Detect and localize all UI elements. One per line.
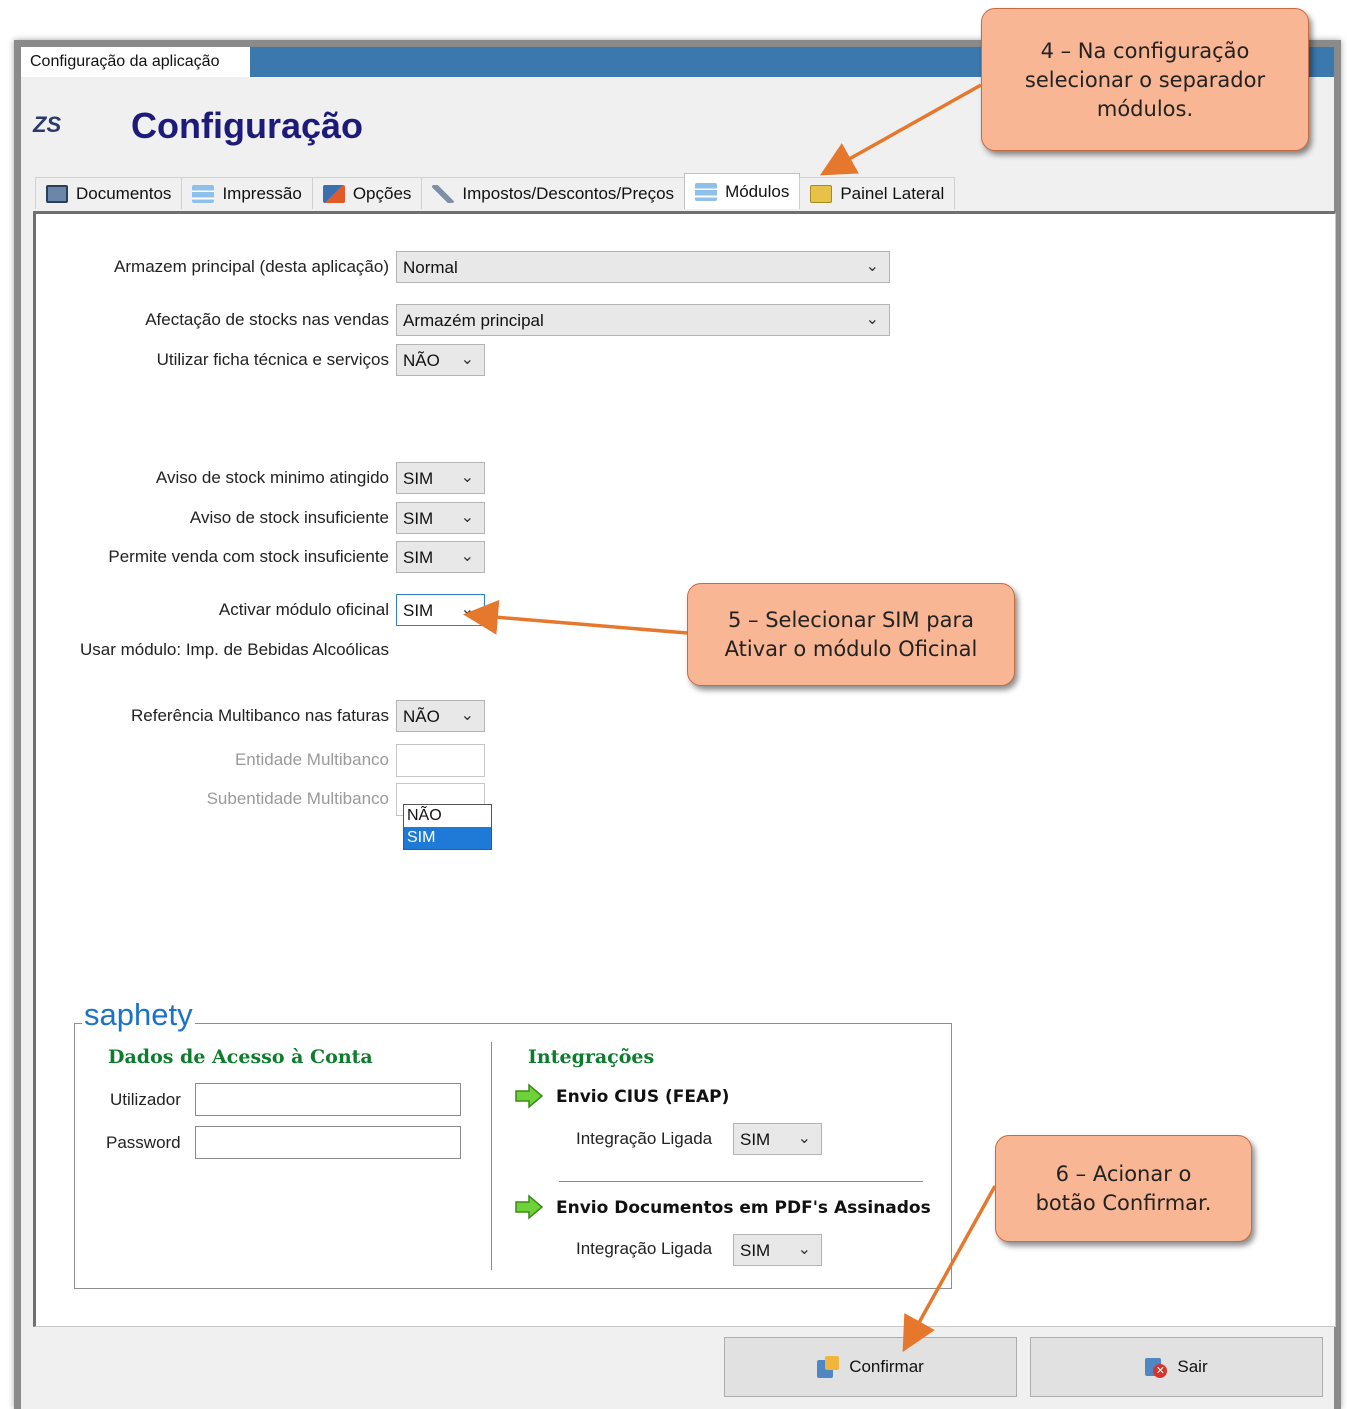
pdf-integration-label: Integração Ligada [576,1239,713,1258]
cius-integration-value: SIM [740,1130,771,1149]
armazem-label: Armazem principal (desta aplicação) [114,257,389,276]
callout-step-5: 5 – Selecionar SIM para Ativar o módulo … [687,583,1015,686]
exit-button[interactable]: ✕ Sair [1030,1337,1323,1397]
print-list-icon [192,184,215,203]
callout-line: 5 – Selecionar SIM para [728,608,974,632]
pdf-integration-value: SIM [740,1241,771,1260]
option-nao[interactable]: NÃO [404,805,491,827]
ficha-select[interactable]: NÃO ⌄ [396,344,485,376]
callout-line: selecionar o separador [1024,68,1266,92]
chevron-down-icon: ⌄ [797,1130,811,1147]
confirm-label: Confirmar [849,1357,924,1376]
tab-label: Módulos [725,181,790,201]
armazem-value: Normal [403,258,458,277]
multibanco-value: NÃO [403,707,440,726]
saphety-logo: saphety [82,997,195,1033]
documents-icon [46,184,68,203]
option-sim[interactable]: SIM [404,827,491,849]
subentidade-label: Subentidade Multibanco [206,789,389,808]
tab-label: Documentos [76,183,172,203]
password-input[interactable] [195,1126,461,1159]
confirm-icon [817,1356,840,1378]
options-icon [322,184,345,203]
divider [491,1042,492,1270]
venda-insuf-label: Permite venda com stock insuficiente [108,547,389,566]
entidade-label: Entidade Multibanco [234,750,389,769]
entidade-input[interactable] [396,744,485,777]
afectacao-label: Afectação de stocks nas vendas [145,310,389,329]
tab-label: Impostos/Descontos/Preços [462,183,675,203]
green-arrow-icon [515,1083,544,1109]
oficinal-label: Activar módulo oficinal [218,600,389,619]
exit-label: Sair [1177,1357,1208,1376]
pdf-title: Envio Documentos em PDF's Assinados [556,1198,931,1218]
aviso-insuf-value: SIM [403,509,434,528]
tab-label: Opções [352,183,412,203]
password-label: Password [106,1133,181,1152]
exit-icon: ✕ [1145,1356,1168,1378]
integrations-section-title: Integrações [528,1046,655,1068]
afectacao-select[interactable]: Armazém principal ⌄ [396,304,890,336]
oficinal-dropdown-list: NÃO SIM [403,804,492,850]
tab-strip: Documentos Impressão Opções Impostos/Des… [35,173,956,209]
side-panel-icon [810,184,833,203]
aviso-min-label: Aviso de stock minimo atingido [155,468,389,487]
chevron-down-icon: ⌄ [460,707,474,724]
access-section-title: Dados de Acesso à Conta [108,1046,373,1068]
bebidas-label: Usar módulo: Imp. de Bebidas Alcoólicas [80,640,389,659]
callout-line: 4 – Na configuração [1040,39,1250,63]
callout-step-4: 4 – Na configuração selecionar o separad… [981,8,1309,151]
cius-integration-label: Integração Ligada [576,1129,713,1148]
callout-step-6: 6 – Acionar o botão Confirmar. [995,1135,1252,1242]
tab-impostos[interactable]: Impostos/Descontos/Preços [421,177,686,209]
aviso-min-select[interactable]: SIM ⌄ [396,462,485,494]
tab-painel-lateral[interactable]: Painel Lateral [799,177,956,209]
callout-line: botão Confirmar. [1035,1191,1212,1215]
tab-label: Painel Lateral [840,183,945,203]
chevron-down-icon: ⌄ [460,469,474,486]
modules-list-icon [695,182,718,201]
chevron-down-icon: ⌄ [460,509,474,526]
zs-logo-icon: ZS [33,112,62,137]
user-label: Utilizador [110,1090,181,1109]
callout-line: 6 – Acionar o [1055,1162,1192,1186]
page-title: Configuração [131,105,364,146]
cius-integration-select[interactable]: SIM ⌄ [733,1123,822,1155]
multibanco-select[interactable]: NÃO ⌄ [396,700,485,732]
chevron-down-icon: ⌄ [460,601,474,618]
callout-line: módulos. [1096,97,1194,121]
aviso-insuf-label: Aviso de stock insuficiente [189,508,389,527]
window-title-tab[interactable]: Configuração da aplicação [21,47,250,77]
saphety-group: Dados de Acesso à Conta Utilizador Passw… [74,1023,952,1289]
cius-title: Envio CIUS (FEAP) [556,1087,730,1107]
tab-documentos[interactable]: Documentos [35,177,183,209]
ficha-value: NÃO [403,351,440,370]
green-arrow-icon [515,1194,544,1220]
venda-insuf-value: SIM [403,548,434,567]
chevron-down-icon: ⌄ [865,258,879,275]
chevron-down-icon: ⌄ [460,548,474,565]
afectacao-value: Armazém principal [403,311,544,330]
aviso-insuf-select[interactable]: SIM ⌄ [396,502,485,534]
tab-modulos[interactable]: Módulos [684,173,801,209]
multibanco-label: Referência Multibanco nas faturas [131,706,389,725]
pdf-integration-select[interactable]: SIM ⌄ [733,1234,822,1266]
chevron-down-icon: ⌄ [865,311,879,328]
venda-insuf-select[interactable]: SIM ⌄ [396,541,485,573]
chevron-down-icon: ⌄ [797,1241,811,1258]
armazem-select[interactable]: Normal ⌄ [396,251,890,283]
pen-icon [432,184,455,203]
tab-impressao[interactable]: Impressão [181,177,313,209]
ficha-label: Utilizar ficha técnica e serviços [156,350,389,369]
tab-opcoes[interactable]: Opções [311,177,423,209]
oficinal-select[interactable]: SIM ⌄ [396,594,485,626]
chevron-down-icon: ⌄ [460,351,474,368]
oficinal-value: SIM [403,601,434,620]
callout-line: Ativar o módulo Oficinal [724,637,978,661]
tab-label: Impressão [222,183,302,203]
divider [559,1181,923,1182]
confirm-button[interactable]: Confirmar [724,1337,1017,1397]
aviso-min-value: SIM [403,469,434,488]
user-input[interactable] [195,1083,461,1116]
